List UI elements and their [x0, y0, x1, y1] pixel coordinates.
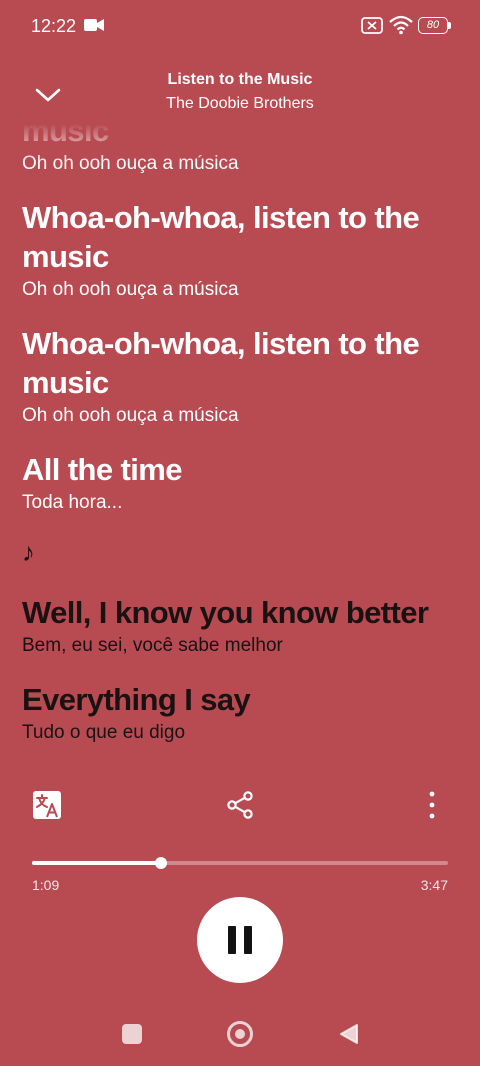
lyric-item[interactable]: Whoa-oh-whoa, listen to the music Oh oh … — [22, 324, 462, 428]
artist-name: The Doobie Brothers — [166, 95, 314, 112]
total-time: 3:47 — [420, 877, 448, 893]
lyrics-view[interactable]: music Oh oh ooh ouça a música Whoa-oh-wh… — [0, 124, 480, 778]
lyric-translation: Oh oh ooh ouça a música — [22, 405, 239, 426]
lyric-line: Whoa-oh-whoa, listen to the music — [22, 200, 420, 274]
lyric-line: All the time — [22, 452, 182, 487]
lyric-item[interactable]: ♪ — [22, 537, 462, 567]
lyric-item[interactable]: music Oh oh ooh ouça a música — [22, 124, 462, 176]
lyric-line: Well, I know you know better — [22, 595, 429, 630]
music-note-icon: ♪ — [22, 537, 35, 567]
lyric-line: Everything I say — [22, 682, 251, 717]
lyrics-list: music Oh oh ooh ouça a música Whoa-oh-wh… — [22, 124, 462, 767]
lyric-translation: Tudo o que eu digo — [22, 722, 186, 743]
share-icon[interactable] — [225, 790, 255, 820]
pause-button[interactable] — [197, 897, 283, 983]
seek-bar-thumb[interactable] — [154, 857, 167, 869]
more-vertical-icon[interactable] — [420, 789, 444, 821]
seek-bar[interactable] — [32, 857, 448, 869]
status-bar: 12:22 80 — [0, 0, 480, 52]
no-sim-icon — [361, 17, 383, 34]
elapsed-time: 1:09 — [32, 877, 60, 893]
nav-recents-button[interactable] — [122, 1024, 142, 1044]
seek-bar-fill — [32, 861, 161, 865]
battery-indicator: 80 — [418, 17, 452, 34]
lyric-translation: Toda hora... — [22, 492, 123, 513]
lyric-item[interactable]: Whoa-oh-whoa, listen to the music Oh oh … — [22, 198, 462, 302]
lyric-line: music — [22, 124, 109, 148]
lyric-item[interactable]: Everything I say Tudo o que eu digo — [22, 680, 462, 745]
lyric-item[interactable]: Well, I know you know better Bem, eu sei… — [22, 593, 462, 658]
lyric-translation: Oh oh ooh ouça a música — [22, 279, 239, 300]
nav-home-button[interactable] — [227, 1021, 253, 1047]
video-camera-icon — [84, 19, 104, 31]
lyric-item[interactable]: All the time Toda hora... — [22, 450, 462, 515]
status-time: 12:22 — [31, 16, 77, 36]
nav-back-button[interactable] — [339, 1023, 359, 1045]
lyric-translation: Oh oh ooh ouça a música — [22, 153, 239, 174]
pause-icon — [224, 926, 256, 954]
translate-icon[interactable] — [31, 789, 63, 821]
battery-level: 80 — [426, 19, 440, 31]
lyric-line: Whoa-oh-whoa, listen to the music — [22, 326, 420, 400]
lyric-translation: Bem, eu sei, você sabe melhor — [22, 635, 283, 656]
wifi-icon — [389, 15, 413, 35]
song-title: Listen to the Music — [167, 71, 313, 88]
